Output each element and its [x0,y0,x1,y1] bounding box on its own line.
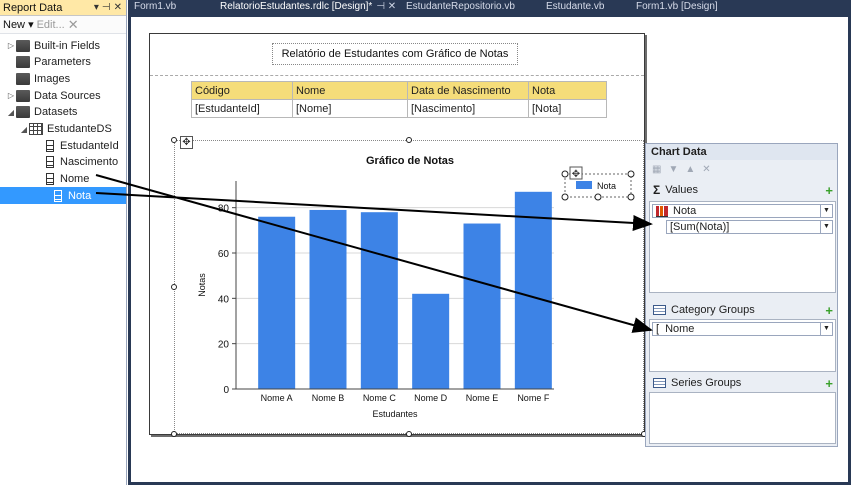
y-tick-label: 0 [223,385,229,396]
bracket-icon: [ [656,323,660,335]
legend-swatch [576,181,592,189]
x-tick-label: Nome B [312,393,345,403]
chart-bar[interactable] [258,216,296,389]
legend-handle[interactable] [561,170,569,178]
x-tick-label: Nome C [363,393,397,403]
chart-title: Gráfico de Notas [366,155,454,167]
category-field-label: Nome [665,323,695,335]
dropdown-arrow-icon[interactable]: ▼ [820,323,832,335]
properties-icon[interactable]: ▦ [652,164,661,175]
x-axis-label: Estudantes [372,409,418,419]
y-tick-label: 40 [218,294,230,305]
x-tick-label: Nome F [517,393,550,403]
value-field-label: Nota [673,205,697,217]
legend-label: Nota [597,181,616,191]
legend-handle[interactable] [561,193,569,201]
chart-data-title: Chart Data [646,144,837,160]
y-axis-label: Notas [197,273,207,297]
category-item[interactable]: [ Nome ▼ [652,322,833,336]
add-value-icon[interactable]: + [825,183,833,198]
category-groups-icon [653,305,666,315]
x-tick-label: Nome E [466,393,499,403]
values-drop-zone[interactable]: Nota ▼ [Sum(Nota)] ▼ [649,201,836,293]
chart-bar[interactable] [309,209,347,389]
series-groups-icon [653,378,666,388]
y-tick-label: 20 [218,340,230,351]
value-item[interactable]: Nota ▼ [652,204,833,218]
series-groups-label: Series Groups [671,377,742,389]
value-expression-label: [Sum(Nota)] [670,221,730,233]
x-tick-label: Nome A [261,393,293,403]
sigma-icon: Σ [653,183,661,197]
move-up-icon[interactable]: ▲ [685,164,695,175]
value-expression[interactable]: [Sum(Nota)] ▼ [666,220,833,234]
chart-bar[interactable] [412,293,450,389]
chart-data-toolbar: ▦ ▼ ▲ ✕ [646,160,837,178]
dropdown-arrow-icon[interactable]: ▼ [820,221,832,233]
legend-handle[interactable] [594,193,602,201]
category-groups-label: Category Groups [671,304,755,316]
add-series-icon[interactable]: + [825,376,833,391]
values-section-header: Σ Values + [649,181,836,199]
dropdown-arrow-icon[interactable]: ▼ [820,205,832,217]
chart-legend[interactable]: Nota ✥ [561,166,635,201]
legend-handle[interactable] [627,170,635,178]
chart-data-panel: Chart Data ▦ ▼ ▲ ✕ Σ Values + Nota ▼ [Su… [645,143,838,447]
category-groups-header: Category Groups + [649,301,836,319]
y-tick-label: 60 [218,249,230,260]
x-tick-label: Nome D [414,393,448,403]
legend-move-glyph: ✥ [572,169,580,180]
delete-icon[interactable]: ✕ [702,164,710,175]
chart-bar[interactable] [463,223,501,389]
legend-handle[interactable] [627,193,635,201]
bar-chart-icon [656,205,668,217]
y-tick-label: 80 [218,204,230,215]
series-groups-header: Series Groups + [649,374,836,392]
series-drop-zone[interactable] [649,392,836,444]
chart-bar[interactable] [360,212,398,389]
category-drop-zone[interactable]: [ Nome ▼ [649,319,836,372]
values-label: Values [665,184,699,196]
move-down-icon[interactable]: ▼ [668,164,678,175]
chart-bar[interactable] [514,191,552,389]
add-category-icon[interactable]: + [825,303,833,318]
